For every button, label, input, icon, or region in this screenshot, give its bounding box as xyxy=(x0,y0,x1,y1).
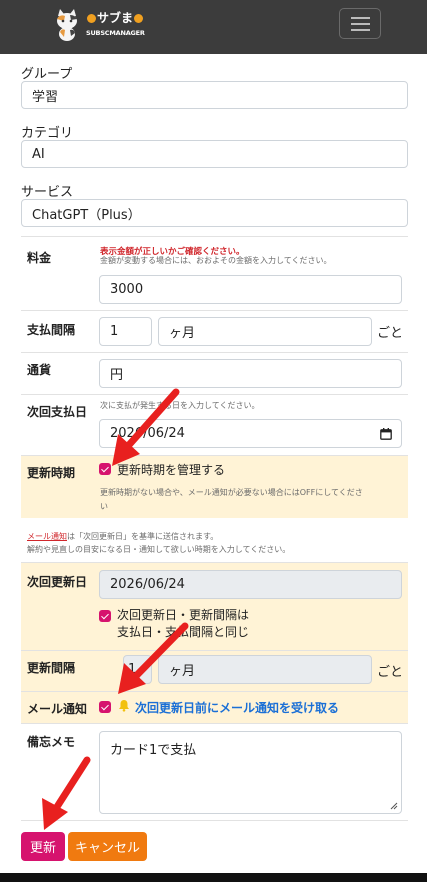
group-label: グループ xyxy=(21,67,73,82)
cat-mascot-icon xyxy=(57,9,77,41)
service-select[interactable]: ChatGPT（Plus） xyxy=(21,199,408,227)
menu-line-icon xyxy=(351,23,370,25)
manage-renewal-label[interactable]: 更新時期を管理する xyxy=(117,461,225,478)
renewal-interval-number-input[interactable]: 1 xyxy=(123,655,152,684)
currency-select[interactable]: 円 xyxy=(99,359,402,388)
bell-icon xyxy=(119,700,129,712)
renewal-timing-label: 更新時期 xyxy=(27,466,76,480)
manage-renewal-checkbox[interactable] xyxy=(99,463,111,475)
next-payment-label: 次回支払日 xyxy=(27,405,88,419)
hamburger-menu-button[interactable] xyxy=(339,8,381,39)
brand-dot-right-icon xyxy=(134,14,144,23)
price-hint: 金額が変動する場合には、おおよその金額を入力してください。 xyxy=(100,256,332,265)
interval-label: 支払間隔 xyxy=(27,323,76,337)
same-as-payment-line1: 次回更新日・更新間隔は xyxy=(117,608,250,622)
mail-note-line1: は「次回更新日」を基準に送信されます。 xyxy=(67,532,219,541)
price-input[interactable]: 3000 xyxy=(99,275,402,304)
resize-handle-icon[interactable] xyxy=(390,802,398,810)
mail-notify-label: メール通知 xyxy=(27,702,88,716)
renewal-timing-hint-line1: 更新時期がない場合や、メール通知が必要ない場合にはOFFにしてくださ xyxy=(100,488,363,497)
brand-dot-left-icon xyxy=(87,14,96,23)
bottom-bar xyxy=(0,873,427,882)
renewal-interval-unit-select[interactable]: ヶ月 xyxy=(158,655,372,684)
category-label: カテゴリ xyxy=(21,126,74,141)
renewal-interval-suffix: ごと xyxy=(377,665,404,680)
price-label: 料金 xyxy=(27,251,52,265)
mail-note-line2: 解約や見直しの目安になる日・通知して欲しい時期を入力してください。 xyxy=(27,545,291,554)
next-payment-date-value: 2026/06/24 xyxy=(110,426,185,441)
navbar: サブま SUBSCMANAGER xyxy=(0,0,427,54)
interval-unit-select[interactable]: ヶ月 xyxy=(158,317,372,346)
interval-suffix: ごと xyxy=(377,326,404,341)
memo-label: 備忘メモ xyxy=(27,735,76,749)
service-label: サービス xyxy=(21,185,74,200)
menu-line-icon xyxy=(351,29,370,31)
update-button[interactable]: 更新 xyxy=(21,832,65,861)
interval-number-input[interactable]: 1 xyxy=(99,317,152,346)
renewal-interval-label: 更新間隔 xyxy=(27,661,76,675)
next-payment-date-input[interactable]: 2026/06/24 xyxy=(99,419,402,448)
category-select[interactable]: AI xyxy=(21,140,408,168)
calendar-icon[interactable] xyxy=(380,428,392,440)
brand-subtitle: SUBSCMANAGER xyxy=(86,29,145,37)
same-as-payment-line2: 支払日・支払間隔と同じ xyxy=(117,625,250,639)
next-payment-hint: 次に支払が発生する日を入力してください。 xyxy=(100,401,260,410)
same-as-payment-checkbox[interactable] xyxy=(99,610,111,622)
group-select[interactable]: 学習 xyxy=(21,81,408,109)
brand-logo[interactable]: サブま SUBSCMANAGER xyxy=(52,8,148,44)
currency-label: 通貨 xyxy=(27,363,52,377)
cancel-button[interactable]: キャンセル xyxy=(68,832,147,861)
mail-notify-checkbox-label[interactable]: 次回更新日前にメール通知を受け取る xyxy=(135,699,339,716)
mail-notify-checkbox[interactable] xyxy=(99,701,111,713)
mail-notification-link[interactable]: メール通知 xyxy=(27,532,67,541)
brand-name: サブま xyxy=(97,11,134,25)
menu-line-icon xyxy=(351,17,370,19)
memo-text: カード1で支払 xyxy=(110,743,197,758)
next-renewal-label: 次回更新日 xyxy=(27,575,88,589)
same-as-payment-label[interactable]: 次回更新日・更新間隔は 支払日・支払間隔と同じ xyxy=(117,607,249,641)
renewal-timing-hint-line2: い xyxy=(100,502,108,511)
next-renewal-date-input[interactable]: 2026/06/24 xyxy=(99,570,402,599)
memo-textarea[interactable]: カード1で支払 xyxy=(99,731,402,814)
